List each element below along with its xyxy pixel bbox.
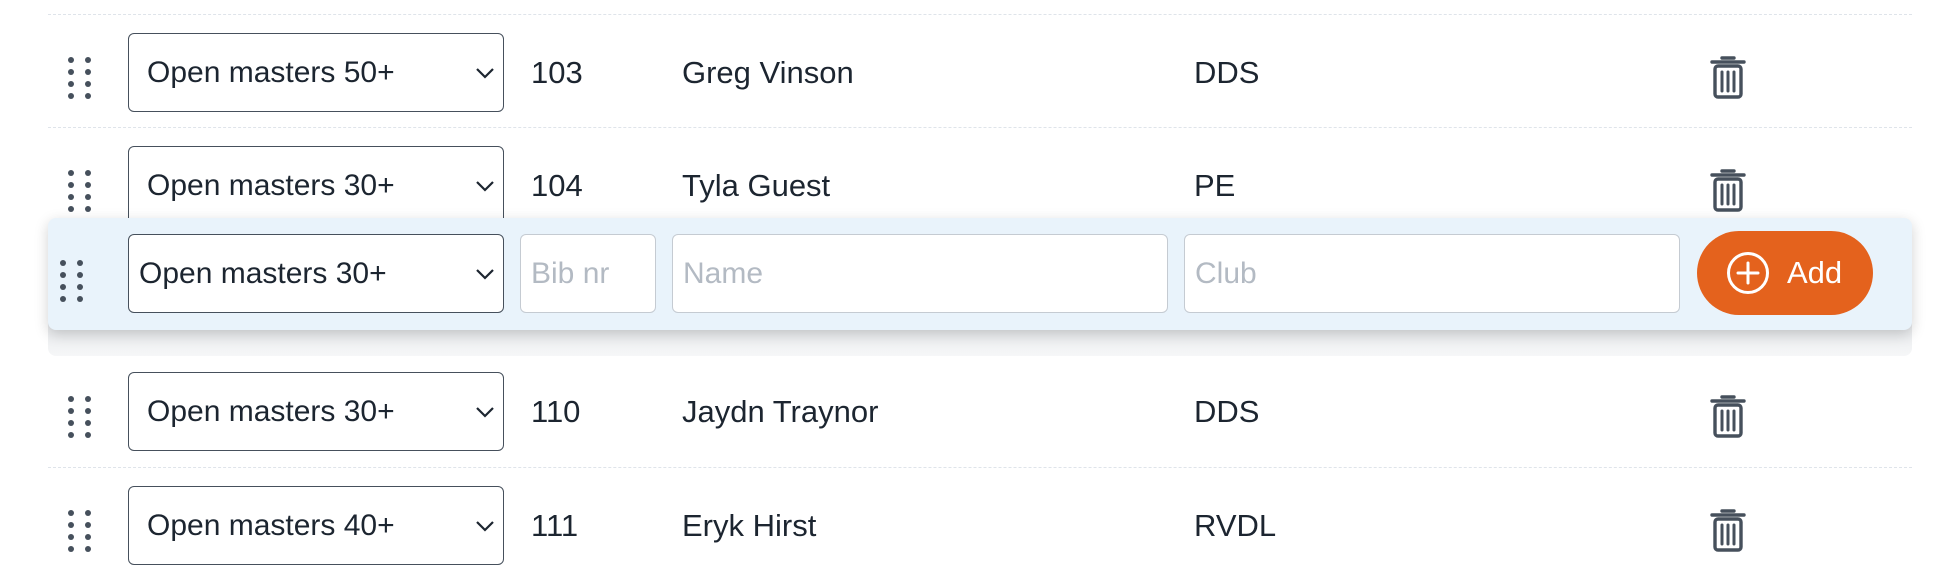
- bib-number: 110: [531, 394, 581, 429]
- club-name: PE: [1194, 168, 1236, 203]
- bib-number: 104: [531, 168, 583, 203]
- trash-icon[interactable]: [1709, 507, 1747, 553]
- table-row: Open masters 40+ 111 Eryk Hirst RVDL: [48, 467, 1912, 581]
- plus-circle-icon: [1727, 252, 1769, 294]
- category-select[interactable]: Open masters 40+: [128, 486, 504, 565]
- category-select[interactable]: Open masters 30+: [128, 372, 504, 451]
- chevron-down-icon: [476, 180, 494, 192]
- athlete-name: Jaydn Traynor: [682, 394, 879, 429]
- new-category-value: Open masters 30+: [139, 256, 387, 290]
- table-row: Open masters 50+ 103 Greg Vinson DDS: [48, 14, 1912, 128]
- chevron-down-icon: [476, 520, 494, 532]
- athlete-name: Greg Vinson: [682, 55, 854, 90]
- club-input[interactable]: [1184, 234, 1680, 313]
- category-value: Open masters 30+: [147, 394, 395, 428]
- chevron-down-icon: [476, 268, 494, 280]
- bib-number: 111: [531, 508, 579, 543]
- trash-icon[interactable]: [1709, 54, 1747, 100]
- new-category-select[interactable]: Open masters 30+: [128, 234, 504, 313]
- drag-handle-icon[interactable]: [68, 510, 92, 552]
- category-value: Open masters 50+: [147, 55, 395, 89]
- category-select[interactable]: Open masters 30+: [128, 146, 504, 225]
- bib-number-input[interactable]: [520, 234, 656, 313]
- name-input[interactable]: [672, 234, 1168, 313]
- club-name: DDS: [1194, 55, 1260, 90]
- add-button-label: Add: [1787, 255, 1843, 290]
- drag-handle-icon[interactable]: [60, 260, 84, 302]
- athlete-name: Eryk Hirst: [682, 508, 817, 543]
- category-select[interactable]: Open masters 50+: [128, 33, 504, 112]
- trash-icon[interactable]: [1709, 393, 1747, 439]
- table-row: Open masters 30+ 110 Jaydn Traynor DDS: [48, 354, 1912, 467]
- chevron-down-icon: [476, 67, 494, 79]
- category-value: Open masters 40+: [147, 508, 395, 542]
- drag-handle-icon[interactable]: [68, 170, 92, 212]
- add-button[interactable]: Add: [1697, 231, 1873, 315]
- athlete-name: Tyla Guest: [682, 168, 831, 203]
- bib-number: 103: [531, 55, 583, 90]
- drag-handle-icon[interactable]: [68, 57, 92, 99]
- club-name: RVDL: [1194, 508, 1277, 543]
- trash-icon[interactable]: [1709, 167, 1747, 213]
- drag-handle-icon[interactable]: [68, 396, 92, 438]
- club-name: DDS: [1194, 394, 1260, 429]
- chevron-down-icon: [476, 406, 494, 418]
- category-value: Open masters 30+: [147, 168, 395, 202]
